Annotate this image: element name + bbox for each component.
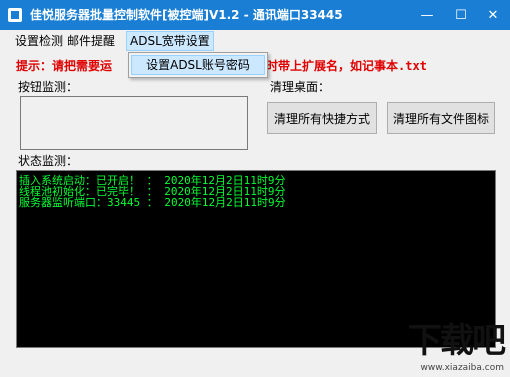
app-icon <box>8 8 22 22</box>
watermark: 下载吧 www.xiazaiba.com <box>376 321 506 373</box>
menu-email-alert[interactable]: 邮件提醒 <box>64 32 118 50</box>
menu-settings-check[interactable]: 设置检测 <box>12 32 66 50</box>
menu-adsl-settings[interactable]: ADSL宽带设置 <box>126 31 214 51</box>
window-title: 佳悦服务器批量控制软件[被控端]V1.2 - 通讯端口33445 <box>30 8 343 22</box>
status-monitor-label: 状态监测： <box>18 154 79 168</box>
hint-text-prefix: 提示：请把需要运 <box>16 59 113 73</box>
app-window: 佳悦服务器批量控制软件[被控端]V1.2 - 通讯端口33445 — ☐ ✕ 设… <box>0 0 510 377</box>
maximize-button[interactable]: ☐ <box>444 0 478 30</box>
adsl-dropdown-menu: 设置ADSL账号密码 <box>128 52 268 78</box>
title-bar[interactable]: 佳悦服务器批量控制软件[被控端]V1.2 - 通讯端口33445 — ☐ ✕ <box>0 0 510 30</box>
desktop-clean-label: 清理桌面： <box>270 80 331 94</box>
hint-text-suffix: 时带上扩展名，如记事本.txt <box>266 59 427 73</box>
clear-shortcuts-button[interactable]: 清理所有快捷方式 <box>267 102 377 134</box>
button-monitor-box <box>20 96 248 150</box>
menu-bar: 设置检测 邮件提醒 ADSL宽带设置 <box>0 30 510 52</box>
close-button[interactable]: ✕ <box>476 0 510 30</box>
clear-file-icons-button[interactable]: 清理所有文件图标 <box>387 102 495 134</box>
watermark-logo: 下载吧 <box>408 321 506 361</box>
console-line: 服务器监听端口：33445 ： 2020年12月2日11时9分 <box>19 196 286 209</box>
watermark-url: www.xiazaiba.com <box>420 363 504 373</box>
minimize-button[interactable]: — <box>410 0 444 30</box>
button-monitor-label: 按钮监测： <box>18 80 79 94</box>
menu-item-set-adsl-password[interactable]: 设置ADSL账号密码 <box>131 55 265 75</box>
